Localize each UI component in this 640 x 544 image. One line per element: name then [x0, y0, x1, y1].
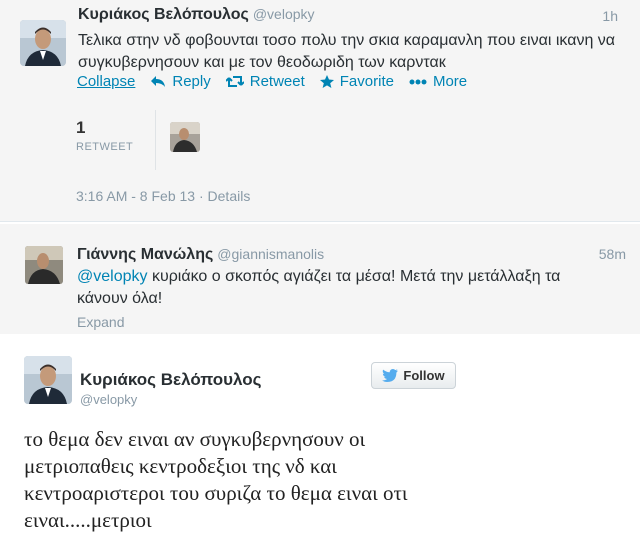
- card-avatar-photo: [24, 356, 72, 404]
- tweet-header: Κυριάκος Βελόπουλος @velopky: [78, 6, 315, 24]
- tweet-meta: 3:16 AM - 8 Feb 13 · Details: [76, 188, 250, 204]
- details-link[interactable]: Details: [208, 188, 251, 204]
- favorite-label: Favorite: [339, 73, 394, 90]
- card-avatar[interactable]: [24, 356, 72, 404]
- reply-icon: [150, 75, 166, 88]
- reply-time[interactable]: 58m: [599, 246, 626, 262]
- reply-tweet[interactable]: Γιάννης Μανώλης @giannismanolis 58m @velo…: [0, 224, 640, 334]
- retweet-count-label: RETWEET: [76, 141, 134, 153]
- tweet-text: Τελικα στην νδ φοβουνται τοσο πολυ την σ…: [78, 32, 616, 71]
- avatar-photo: [20, 20, 66, 66]
- reply-text: @velopky κυριάκο ο σκοπός αγιάζει τα μέσ…: [77, 266, 597, 310]
- more-button[interactable]: More: [409, 73, 467, 90]
- card-author-name[interactable]: Κυριάκος Βελόπουλος: [80, 370, 262, 390]
- retweeter-avatar[interactable]: [170, 122, 200, 152]
- card-tweet-text: το θεμα δεν ειναι αν συγκυβερνησουν οι μ…: [24, 427, 408, 532]
- embedded-tweet-card: Κυριάκος Βελόπουλος @velopky Follow το θ…: [0, 334, 640, 544]
- reply-author-avatar[interactable]: [25, 246, 63, 284]
- retweeter-photo: [170, 122, 200, 152]
- tweet-stats: 1 RETWEET: [76, 108, 621, 178]
- main-tweet: Κυριάκος Βελόπουλος @velopky 1h Τελικα στ…: [0, 0, 640, 222]
- reply-header: Γιάννης Μανώλης @giannismanolis: [77, 246, 324, 264]
- retweet-count[interactable]: 1: [76, 118, 85, 138]
- tweet-time[interactable]: 1h: [602, 8, 618, 24]
- tweet-actions: Collapse Reply Retweet Favorite More: [77, 73, 482, 90]
- stats-divider: [155, 110, 156, 170]
- tweet-timestamp[interactable]: 3:16 AM - 8 Feb 13: [76, 188, 195, 204]
- retweet-icon: [225, 75, 244, 88]
- favorite-button[interactable]: Favorite: [319, 73, 394, 90]
- more-dots-icon: [409, 79, 427, 85]
- follow-button[interactable]: Follow: [371, 362, 456, 389]
- author-name[interactable]: Κυριάκος Βελόπουλος: [78, 6, 249, 23]
- card-author-handle[interactable]: @velopky: [80, 392, 137, 407]
- retweet-button[interactable]: Retweet: [225, 73, 305, 90]
- reply-author-handle[interactable]: @giannismanolis: [217, 246, 324, 262]
- author-handle[interactable]: @velopky: [253, 6, 315, 22]
- expand-link[interactable]: Expand: [77, 314, 124, 330]
- author-avatar[interactable]: [20, 20, 66, 66]
- reply-body: κυριάκο ο σκοπός αγιάζει τα μέσα! Μετά τ…: [77, 268, 561, 307]
- retweet-label: Retweet: [249, 73, 305, 90]
- twitter-bird-icon: [382, 369, 399, 382]
- reply-label: Reply: [172, 73, 211, 90]
- follow-label: Follow: [403, 368, 445, 383]
- mention-link[interactable]: @velopky: [77, 268, 148, 285]
- reply-author-name[interactable]: Γιάννης Μανώλης: [77, 246, 213, 263]
- more-label: More: [432, 73, 468, 90]
- reply-avatar-photo: [25, 246, 63, 284]
- star-icon: [319, 75, 334, 88]
- reply-button[interactable]: Reply: [150, 73, 211, 90]
- collapse-link[interactable]: Collapse: [77, 73, 135, 90]
- meta-separator: ·: [198, 188, 204, 204]
